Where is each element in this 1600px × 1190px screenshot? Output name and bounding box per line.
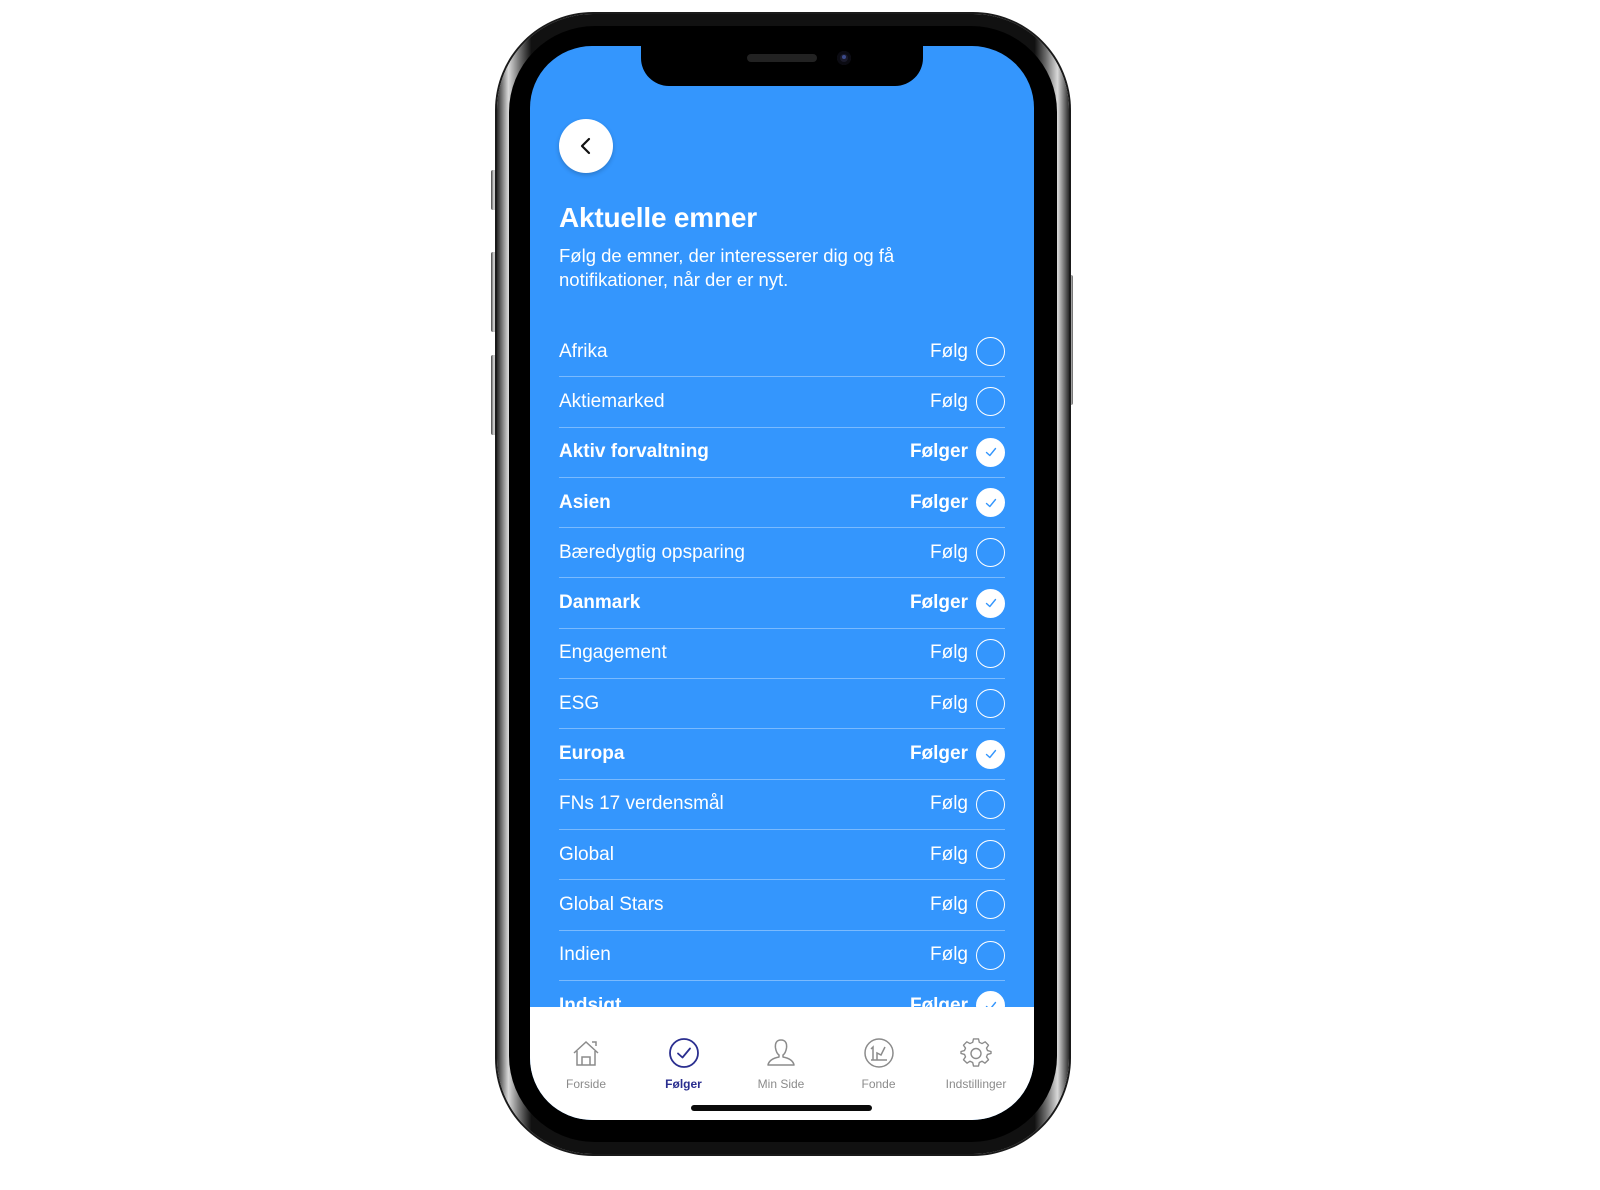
follow-state-label: Følger	[909, 441, 968, 463]
front-camera	[837, 51, 851, 65]
tab-label: Forside	[565, 1077, 606, 1091]
topic-row[interactable]: Asien Følger	[559, 478, 1005, 529]
topic-row[interactable]: Global Stars Følg	[559, 880, 1005, 931]
follow-state-label: Følg	[930, 642, 968, 664]
notch	[641, 46, 923, 86]
home-icon	[570, 1037, 602, 1074]
tab-folger[interactable]: Følger	[644, 1007, 724, 1120]
follow-state-label: Følger	[909, 592, 968, 614]
follow-state-label: Følg	[930, 843, 968, 865]
chart-circle-icon	[863, 1037, 895, 1074]
follow-state-label: Følger	[909, 743, 968, 765]
follow-toggle[interactable]: Følger	[909, 739, 1005, 769]
follow-state-label: Følg	[930, 692, 968, 714]
topic-name: Global	[559, 843, 614, 865]
page-title: Aktuelle emner	[559, 202, 757, 233]
speaker-grille	[747, 54, 817, 62]
topic-name: ESG	[559, 692, 600, 714]
follow-toggle[interactable]: Følg	[930, 538, 1005, 568]
topic-name: Aktiv forvaltning	[559, 441, 709, 463]
topic-name: Bæredygtig opsparing	[559, 541, 745, 563]
person-icon	[765, 1037, 797, 1074]
tab-label: Fonde	[861, 1077, 896, 1091]
follow-state-label: Følg	[930, 541, 968, 563]
empty-circle-icon[interactable]	[976, 940, 1005, 970]
home-indicator[interactable]	[691, 1105, 872, 1111]
topic-row[interactable]: Aktiv forvaltning Følger	[559, 428, 1005, 478]
follow-state-label: Følg	[930, 893, 968, 915]
empty-circle-icon[interactable]	[976, 890, 1005, 920]
topic-name: Aktiemarked	[559, 390, 665, 412]
topic-name: Europa	[559, 743, 625, 765]
checkmark-icon	[985, 448, 996, 457]
follow-toggle[interactable]: Følg	[930, 940, 1005, 970]
check-circle-icon[interactable]	[976, 588, 1005, 618]
tab-label: Min Side	[757, 1077, 805, 1091]
phone-screen: Aktuelle emner Følg de emner, der intere…	[530, 46, 1034, 1120]
tab-indstillinger[interactable]: Indstillinger	[936, 1007, 1016, 1120]
page-subtitle: Følg de emner, der interesserer dig og f…	[559, 245, 895, 290]
tab-label: Indstillinger	[945, 1077, 1007, 1091]
topic-name: Danmark	[559, 592, 641, 614]
check-circle-icon	[668, 1037, 700, 1074]
topic-row[interactable]: Danmark Følger	[559, 578, 1005, 629]
topic-row[interactable]: Aktiemarked Følg	[559, 377, 1005, 428]
topic-row[interactable]: Afrika Følg	[559, 327, 1005, 378]
follow-toggle[interactable]: Følg	[930, 840, 1005, 870]
follow-state-label: Følg	[930, 944, 968, 966]
topic-row[interactable]: Indien Følg	[559, 931, 1005, 981]
empty-circle-icon[interactable]	[976, 789, 1005, 819]
follow-toggle[interactable]: Følg	[930, 789, 1005, 819]
follow-state-label: Følg	[930, 390, 968, 412]
empty-circle-icon[interactable]	[976, 387, 1005, 417]
topic-name: Asien	[559, 491, 611, 513]
checkmark-icon	[985, 749, 996, 759]
tab-fonde[interactable]: Fonde	[839, 1007, 919, 1120]
tab-min-side[interactable]: Min Side	[741, 1007, 821, 1120]
follow-toggle[interactable]: Følg	[930, 387, 1005, 417]
gear-icon	[960, 1037, 992, 1074]
tab-forside[interactable]: Forside	[546, 1007, 626, 1120]
topic-row[interactable]: Global Følg	[559, 830, 1005, 881]
empty-circle-icon[interactable]	[976, 337, 1005, 367]
topic-name: FNs 17 verdensmål	[559, 793, 724, 815]
topic-name: Afrika	[559, 340, 608, 362]
topic-row[interactable]: FNs 17 verdensmål Følg	[559, 780, 1005, 830]
topic-name: Engagement	[559, 642, 667, 664]
checkmark-icon	[985, 498, 996, 507]
topic-row[interactable]: ESG Følg	[559, 679, 1005, 730]
follow-state-label: Følg	[930, 340, 968, 362]
back-button[interactable]	[559, 119, 613, 173]
follow-toggle[interactable]: Følg	[930, 890, 1005, 920]
chevron-left-icon	[580, 137, 591, 155]
follow-toggle[interactable]: Følger	[909, 437, 1005, 467]
check-circle-icon[interactable]	[976, 437, 1005, 467]
check-circle-icon[interactable]	[976, 739, 1005, 769]
follow-toggle[interactable]: Følg	[930, 638, 1005, 668]
topic-row[interactable]: Europa Følger	[559, 729, 1005, 780]
topic-row[interactable]: Engagement Følg	[559, 629, 1005, 680]
tab-bar: Forside Følger Min Side Fonde Indstillinger	[530, 1007, 1034, 1120]
follow-toggle[interactable]: Følg	[930, 337, 1005, 367]
checkmark-icon	[985, 598, 996, 608]
topic-name: Global Stars	[559, 893, 664, 915]
follow-toggle[interactable]: Følger	[909, 488, 1005, 518]
topic-list: Afrika Følg Aktiemarked Følg Aktiv forvaltni…	[559, 327, 1005, 1032]
follow-toggle[interactable]: Følg	[930, 689, 1005, 719]
topic-name: Indien	[559, 944, 611, 966]
tab-label: Følger	[665, 1077, 702, 1091]
empty-circle-icon[interactable]	[976, 840, 1005, 870]
follow-state-label: Følger	[909, 491, 968, 513]
empty-circle-icon[interactable]	[976, 538, 1005, 568]
topic-row[interactable]: Bæredygtig opsparing Følg	[559, 528, 1005, 579]
empty-circle-icon[interactable]	[976, 638, 1005, 668]
follow-toggle[interactable]: Følger	[909, 588, 1005, 618]
check-circle-icon[interactable]	[976, 488, 1005, 518]
follow-state-label: Følg	[930, 793, 968, 815]
empty-circle-icon[interactable]	[976, 689, 1005, 719]
